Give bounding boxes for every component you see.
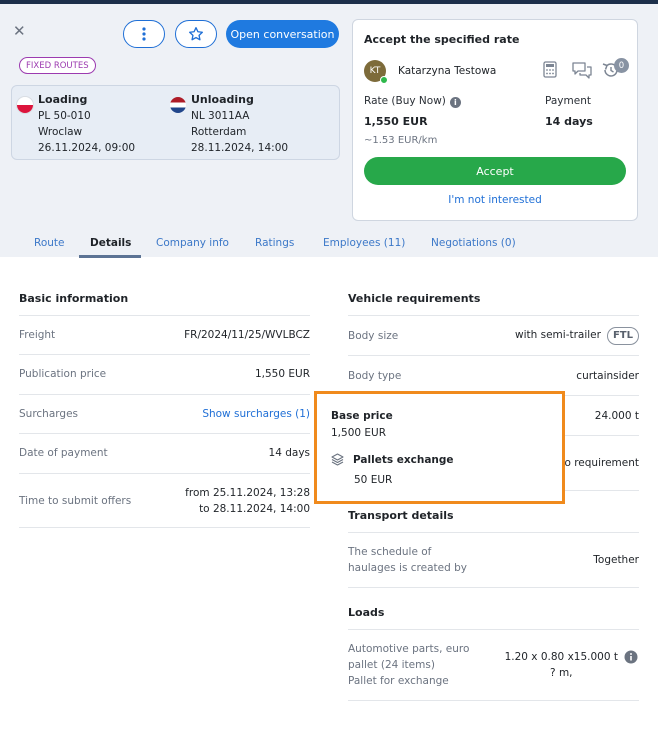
divider	[348, 315, 639, 316]
load-description: Automotive parts, euro pallet (24 items)…	[348, 641, 469, 689]
pallets-exchange-value: 50 EUR	[354, 474, 393, 486]
not-interested-link[interactable]: I'm not interested	[364, 194, 626, 206]
ftl-tag: FTL	[606, 327, 639, 345]
load-desc-line1: Automotive parts, euro	[348, 643, 470, 655]
body-size-value-row: with semi-trailer FTL	[515, 327, 639, 345]
loading-block: Loading PL 50-010 Wroclaw 26.11.2024, 09…	[38, 92, 135, 156]
freight-value: FR/2024/11/25/WVLBCZ	[184, 329, 310, 341]
divider	[348, 532, 639, 533]
history-counter-badge: 0	[614, 58, 629, 73]
submit-to: to 28.11.2024, 14:00	[199, 503, 310, 515]
base-price-value: 1,500 EUR	[331, 427, 387, 439]
favorite-button[interactable]	[175, 20, 217, 48]
schedule-label: The schedule of haulages is created by	[348, 544, 467, 576]
rate-per-km: ~1.53 EUR/km	[364, 135, 438, 146]
schedule-label-line2: haulages is created by	[348, 562, 467, 574]
tab-ratings[interactable]: Ratings	[255, 237, 294, 249]
divider	[19, 315, 310, 316]
tab-details[interactable]: Details	[90, 237, 131, 249]
time-to-submit-label: Time to submit offers	[19, 495, 132, 507]
body-type-value: curtainsider	[576, 370, 639, 382]
capacity-value: 24.000 t	[594, 410, 639, 422]
divider	[19, 527, 310, 528]
show-surcharges-link[interactable]: Show surcharges (1)	[202, 406, 310, 422]
rate-value: 1,550 EUR	[364, 115, 428, 128]
divider	[19, 394, 310, 395]
chat-icon[interactable]	[571, 61, 593, 83]
more-vertical-icon	[142, 27, 146, 41]
body-size-label: Body size	[348, 330, 399, 342]
layers-icon	[331, 453, 344, 469]
tab-negotiations[interactable]: Negotiations (0)	[431, 237, 516, 249]
payment-value: 14 days	[545, 115, 593, 128]
accept-rate-card: Accept the specified rate KT Katarzyna T…	[352, 19, 638, 221]
base-price-label: Base price	[331, 410, 393, 422]
star-icon	[189, 27, 203, 41]
loading-postal: PL 50-010	[38, 110, 91, 122]
submit-from: from 25.11.2024, 13:28	[185, 487, 310, 499]
tab-company-info[interactable]: Company info	[156, 237, 229, 249]
divider	[348, 355, 639, 356]
payment-label: Payment	[545, 95, 591, 107]
divider	[348, 700, 639, 701]
surcharges-tooltip: Base price 1,500 EUR Pallets exchange 50…	[314, 391, 565, 504]
unloading-block: Unloading NL 3011AA Rotterdam 28.11.2024…	[191, 92, 288, 156]
divider	[348, 629, 639, 630]
calculator-icon[interactable]	[543, 61, 557, 82]
divider	[348, 587, 639, 588]
tab-employees[interactable]: Employees (11)	[323, 237, 405, 249]
card-title: Accept the specified rate	[364, 33, 520, 46]
publication-price-value: 1,550 EUR	[254, 368, 310, 380]
surcharges-label: Surcharges	[19, 408, 78, 420]
unloading-postal: NL 3011AA	[191, 110, 250, 122]
loads-title: Loads	[348, 606, 385, 619]
info-icon[interactable]: i	[449, 97, 461, 108]
info-icon[interactable]	[624, 650, 638, 667]
rate-label: Rate (Buy Now)	[364, 95, 446, 107]
header-area: ✕ Open conversation FIXED ROUTES Loading…	[0, 4, 658, 258]
open-conversation-button[interactable]: Open conversation	[226, 20, 339, 48]
loading-city: Wroclaw	[38, 126, 83, 138]
tab-route[interactable]: Route	[34, 237, 64, 249]
vehicle-requirements-title: Vehicle requirements	[348, 292, 481, 305]
fixed-routes-badge: FIXED ROUTES	[19, 57, 96, 74]
schedule-label-line1: The schedule of	[348, 546, 432, 558]
unloading-city: Rotterdam	[191, 126, 247, 138]
load-desc-line2: pallet (24 items)	[348, 659, 435, 671]
basic-info-title: Basic information	[19, 292, 129, 305]
loading-date: 26.11.2024, 09:00	[38, 142, 136, 154]
pallets-exchange-label: Pallets exchange	[353, 454, 454, 466]
time-to-submit-value: from 25.11.2024, 13:28 to 28.11.2024, 14…	[185, 485, 310, 517]
unloading-title: Unloading	[191, 93, 254, 106]
divider	[19, 433, 310, 434]
close-icon[interactable]: ✕	[13, 23, 26, 39]
netherlands-flag-icon	[170, 97, 186, 113]
transport-details-title: Transport details	[348, 509, 454, 522]
freight-label: Freight	[19, 329, 56, 341]
more-options-button[interactable]	[123, 20, 165, 48]
requirement-value: No requirement	[556, 457, 639, 469]
date-of-payment-value: 14 days	[268, 447, 310, 459]
unloading-date: 28.11.2024, 14:00	[191, 142, 289, 154]
publication-price-label: Publication price	[19, 368, 107, 380]
load-dimensions: 1.20 x 0.80 x15.000 t ? m,	[505, 649, 618, 681]
user-name: Katarzyna Testowa	[398, 65, 497, 77]
divider	[19, 354, 310, 355]
load-dims-line1: 1.20 x 0.80 x15.000 t	[504, 651, 618, 663]
route-summary: Loading PL 50-010 Wroclaw 26.11.2024, 09…	[11, 85, 340, 160]
loading-title: Loading	[38, 93, 88, 106]
accept-button[interactable]: Accept	[364, 157, 626, 185]
body-type-label: Body type	[348, 370, 402, 382]
load-desc-line3: Pallet for exchange	[348, 675, 449, 687]
rate-label-row: Rate (Buy Now) i	[364, 95, 461, 108]
schedule-value: Together	[593, 554, 639, 566]
date-of-payment-label: Date of payment	[19, 447, 108, 459]
body-size-value: with semi-trailer	[515, 329, 601, 341]
divider	[19, 473, 310, 474]
poland-flag-icon	[17, 97, 33, 113]
active-tab-indicator	[79, 255, 141, 258]
online-status-dot	[380, 76, 388, 84]
load-dims-line2: ? m,	[550, 667, 573, 679]
